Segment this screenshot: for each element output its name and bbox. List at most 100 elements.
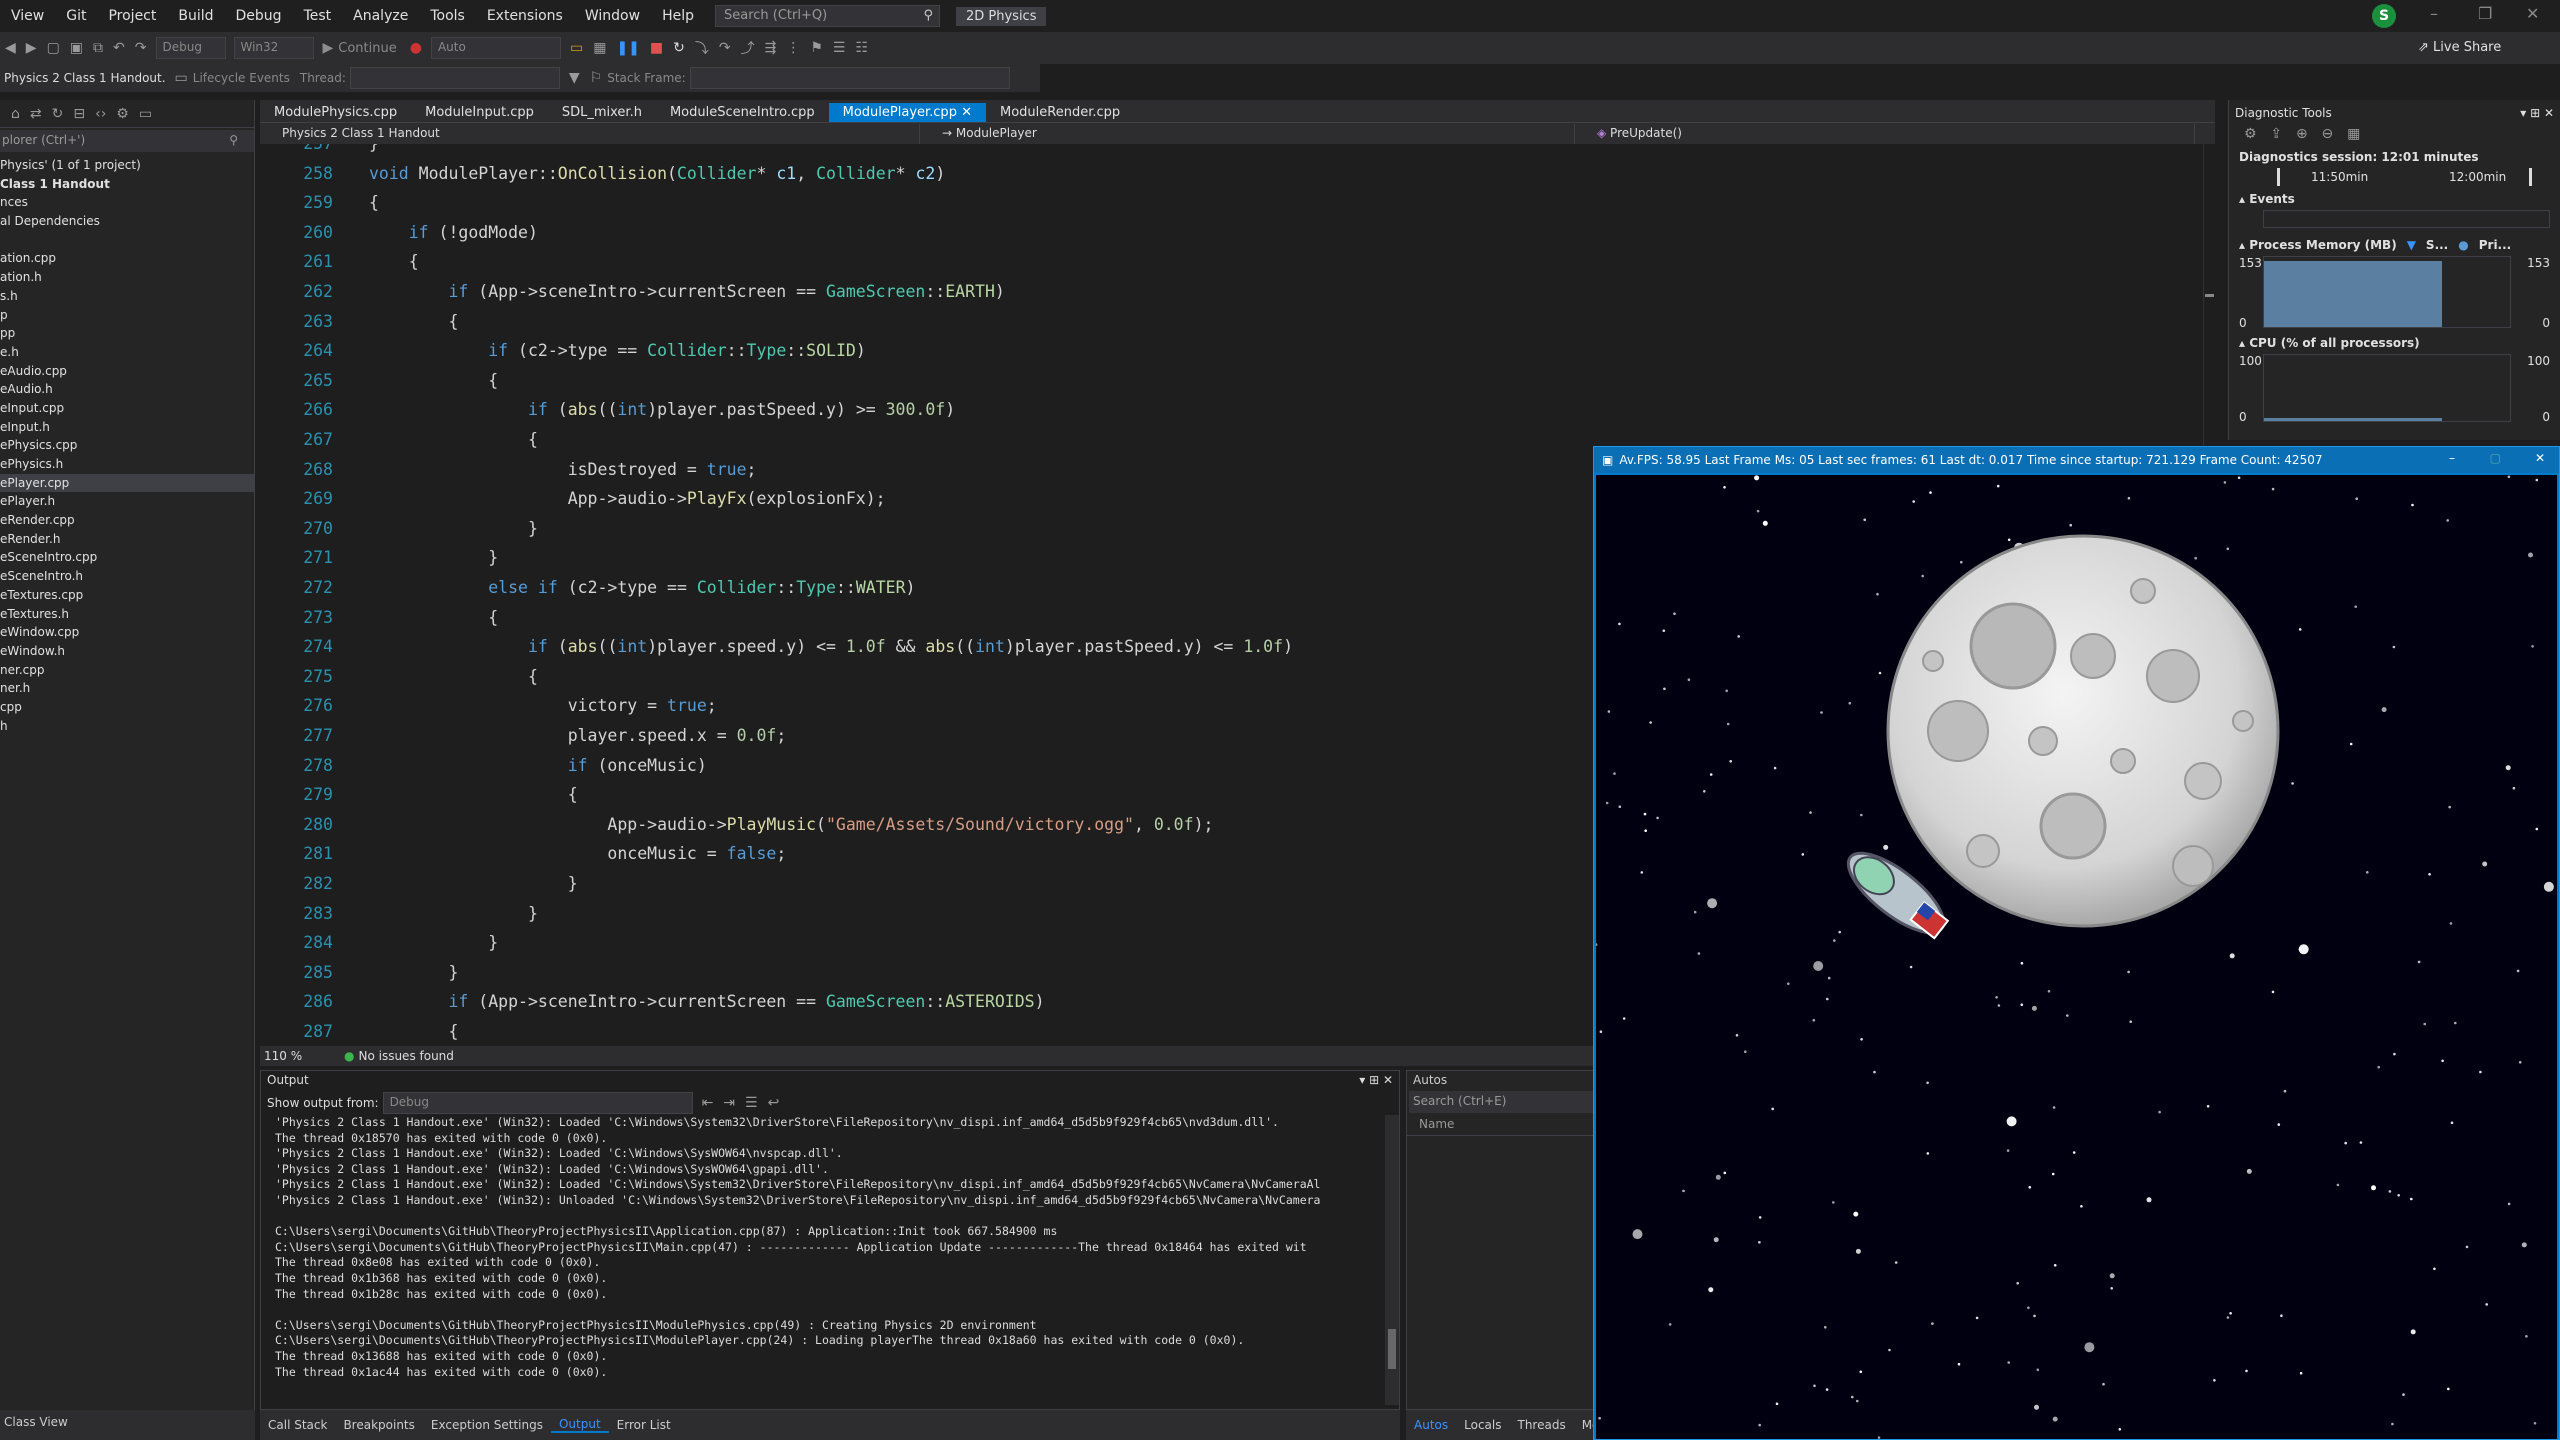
save-all-icon[interactable]: ⧉ (93, 40, 103, 56)
solution-item[interactable]: s.h (0, 287, 254, 306)
stop-debug-icon[interactable]: ■ (650, 40, 663, 56)
menu-debug[interactable]: Debug (225, 8, 293, 24)
uncomment-icon[interactable]: ☷ (855, 40, 868, 56)
solution-item[interactable]: eRender.cpp (0, 511, 254, 530)
solution-item[interactable]: cpp (0, 698, 254, 717)
pause-icon[interactable]: ❚❚ (616, 40, 639, 56)
sync-icon[interactable]: ⇄ (30, 106, 42, 122)
home-icon[interactable]: ⌂ (11, 106, 20, 122)
solution-item[interactable]: p (0, 306, 254, 325)
code-line[interactable]: 263 { (260, 310, 458, 334)
configuration-select[interactable]: Debug (155, 37, 226, 59)
solution-item[interactable]: ation.cpp (0, 249, 254, 268)
code-line[interactable]: 258 void ModulePlayer::OnCollision(Collid… (260, 162, 945, 186)
hex-icon[interactable]: ⇶ (765, 40, 777, 56)
output-source-select[interactable]: Debug (382, 1092, 693, 1114)
step-out-icon[interactable]: ⤴ (741, 38, 755, 58)
output-scrollbar[interactable] (1385, 1115, 1399, 1405)
properties-icon[interactable]: ⚙ (116, 106, 129, 122)
cpu-section[interactable]: ▴ CPU (% of all processors) (2229, 330, 2560, 354)
code-line[interactable]: 277 player.speed.x = 0.0f; (260, 724, 786, 748)
timeline-start-marker[interactable] (2277, 168, 2280, 186)
editor-tab[interactable]: SDL_mixer.h (548, 103, 656, 122)
next-message-icon[interactable]: ⇥ (723, 1095, 735, 1111)
menu-extensions[interactable]: Extensions (476, 8, 574, 24)
filter-icon[interactable]: ▼ (569, 70, 580, 86)
code-line[interactable]: 267 { (260, 428, 538, 452)
events-section[interactable]: ▴ Events (2229, 188, 2560, 210)
menu-build[interactable]: Build (167, 8, 224, 24)
project-nav-select[interactable]: Physics 2 Class 1 Handout (260, 123, 920, 144)
reset-view-icon[interactable]: ▦ (2347, 126, 2360, 142)
solution-item[interactable]: ePlayer.cpp (0, 473, 254, 493)
stack-frame-select[interactable] (689, 67, 1010, 89)
solution-item[interactable]: e.h (0, 343, 254, 362)
live-share-button[interactable]: ⇗ Live Share (2418, 40, 2501, 55)
save-icon[interactable]: ▣ (70, 40, 83, 56)
code-line[interactable]: 270 } (260, 517, 538, 541)
bottom-tab[interactable]: Call Stack (260, 1418, 335, 1432)
minimize-icon[interactable]: – (2430, 4, 2438, 23)
solution-item[interactable]: h (0, 717, 254, 736)
member-nav-select[interactable]: ◈ PreUpdate() (1575, 123, 2195, 144)
solution-item[interactable]: eTextures.cpp (0, 586, 254, 605)
autos-name-column[interactable]: Name (1407, 1113, 1595, 1136)
thread-icon[interactable]: ⋮ (786, 40, 800, 56)
game-maximize-icon[interactable]: ▢ (2490, 451, 2501, 465)
cpu-graph[interactable]: 100 0 100 0 (2239, 354, 2550, 424)
solution-item[interactable]: eSceneIntro.h (0, 567, 254, 586)
solution-item[interactable]: eWindow.cpp (0, 623, 254, 642)
solution-item[interactable]: eAudio.cpp (0, 362, 254, 381)
forward-icon[interactable]: ▶ (26, 40, 37, 56)
solution-item[interactable]: eTextures.h (0, 605, 254, 624)
view-code-icon[interactable]: ‹› (95, 106, 106, 122)
code-line[interactable]: 281 onceMusic = false; (260, 842, 786, 866)
solution-item[interactable]: eAudio.h (0, 380, 254, 399)
solution-item[interactable]: ePhysics.h (0, 455, 254, 474)
auto-select[interactable]: Auto (430, 37, 561, 59)
undo-icon[interactable]: ↶ (113, 40, 125, 56)
platform-select[interactable]: Win32 (233, 37, 314, 59)
prev-message-icon[interactable]: ⇤ (702, 1095, 714, 1111)
close-tab-icon[interactable]: ✕ (957, 105, 972, 120)
tab-autos[interactable]: Autos (1406, 1418, 1456, 1432)
code-line[interactable]: 271 } (260, 546, 498, 570)
output-text[interactable]: 'Physics 2 Class 1 Handout.exe' (Win32):… (261, 1115, 1399, 1395)
code-line[interactable]: 260 if (!godMode) (260, 221, 538, 245)
menu-project[interactable]: Project (97, 8, 167, 24)
solution-item[interactable]: ner.cpp (0, 661, 254, 680)
back-icon[interactable]: ◀ (5, 40, 16, 56)
screenshot-icon[interactable]: ▦ (593, 40, 606, 56)
bottom-tab[interactable]: Output (550, 1417, 609, 1433)
step-over-icon[interactable]: ↷ (719, 40, 731, 56)
editor-tab[interactable]: ModuleRender.cpp (986, 103, 1134, 122)
solution-item[interactable] (0, 231, 254, 250)
user-avatar[interactable]: S (2372, 4, 2396, 28)
game-window-titlebar[interactable]: ▣ Av.FPS: 58.95 Last Frame Ms: 05 Last s… (1594, 447, 2559, 473)
redo-icon[interactable]: ↷ (135, 40, 147, 56)
open-folder-icon[interactable]: ▭ (570, 40, 583, 56)
solution-item[interactable]: al Dependencies (0, 212, 254, 231)
code-line[interactable]: 262 if (App->sceneIntro->currentScreen =… (260, 280, 1005, 304)
solution-item[interactable]: ePlayer.h (0, 492, 254, 511)
code-line[interactable]: 265 { (260, 369, 498, 393)
stop-icon[interactable]: ● (410, 40, 422, 56)
menu-tools[interactable]: Tools (419, 8, 476, 24)
code-line[interactable]: 274 if (abs((int)player.speed.y) <= 1.0f… (260, 635, 1293, 659)
code-line[interactable]: 264 if (c2->type == Collider::Type::SOLI… (260, 339, 866, 363)
code-line[interactable]: 286 if (App->sceneIntro->currentScreen =… (260, 990, 1044, 1014)
word-wrap-icon[interactable]: ↩ (768, 1095, 780, 1111)
solution-item[interactable]: ner.h (0, 679, 254, 698)
timeline-ruler[interactable]: 11:50min 12:00min (2239, 166, 2550, 188)
menu-git[interactable]: Git (55, 8, 97, 24)
solution-item[interactable]: eRender.h (0, 530, 254, 549)
solution-item[interactable]: Physics' (1 of 1 project) (0, 156, 254, 175)
code-line[interactable]: 272 else if (c2->type == Collider::Type:… (260, 576, 915, 600)
code-line[interactable]: 261 { (260, 250, 419, 274)
pane-controls[interactable]: ▾ ⊞ ✕ (1359, 1073, 1393, 1089)
tab-threads[interactable]: Threads (1509, 1418, 1573, 1432)
code-line[interactable]: 266 if (abs((int)player.pastSpeed.y) >= … (260, 398, 955, 422)
game-viewport[interactable] (1596, 475, 2557, 1439)
refresh-icon[interactable]: ↻ (52, 106, 64, 122)
tab-locals[interactable]: Locals (1456, 1418, 1509, 1432)
